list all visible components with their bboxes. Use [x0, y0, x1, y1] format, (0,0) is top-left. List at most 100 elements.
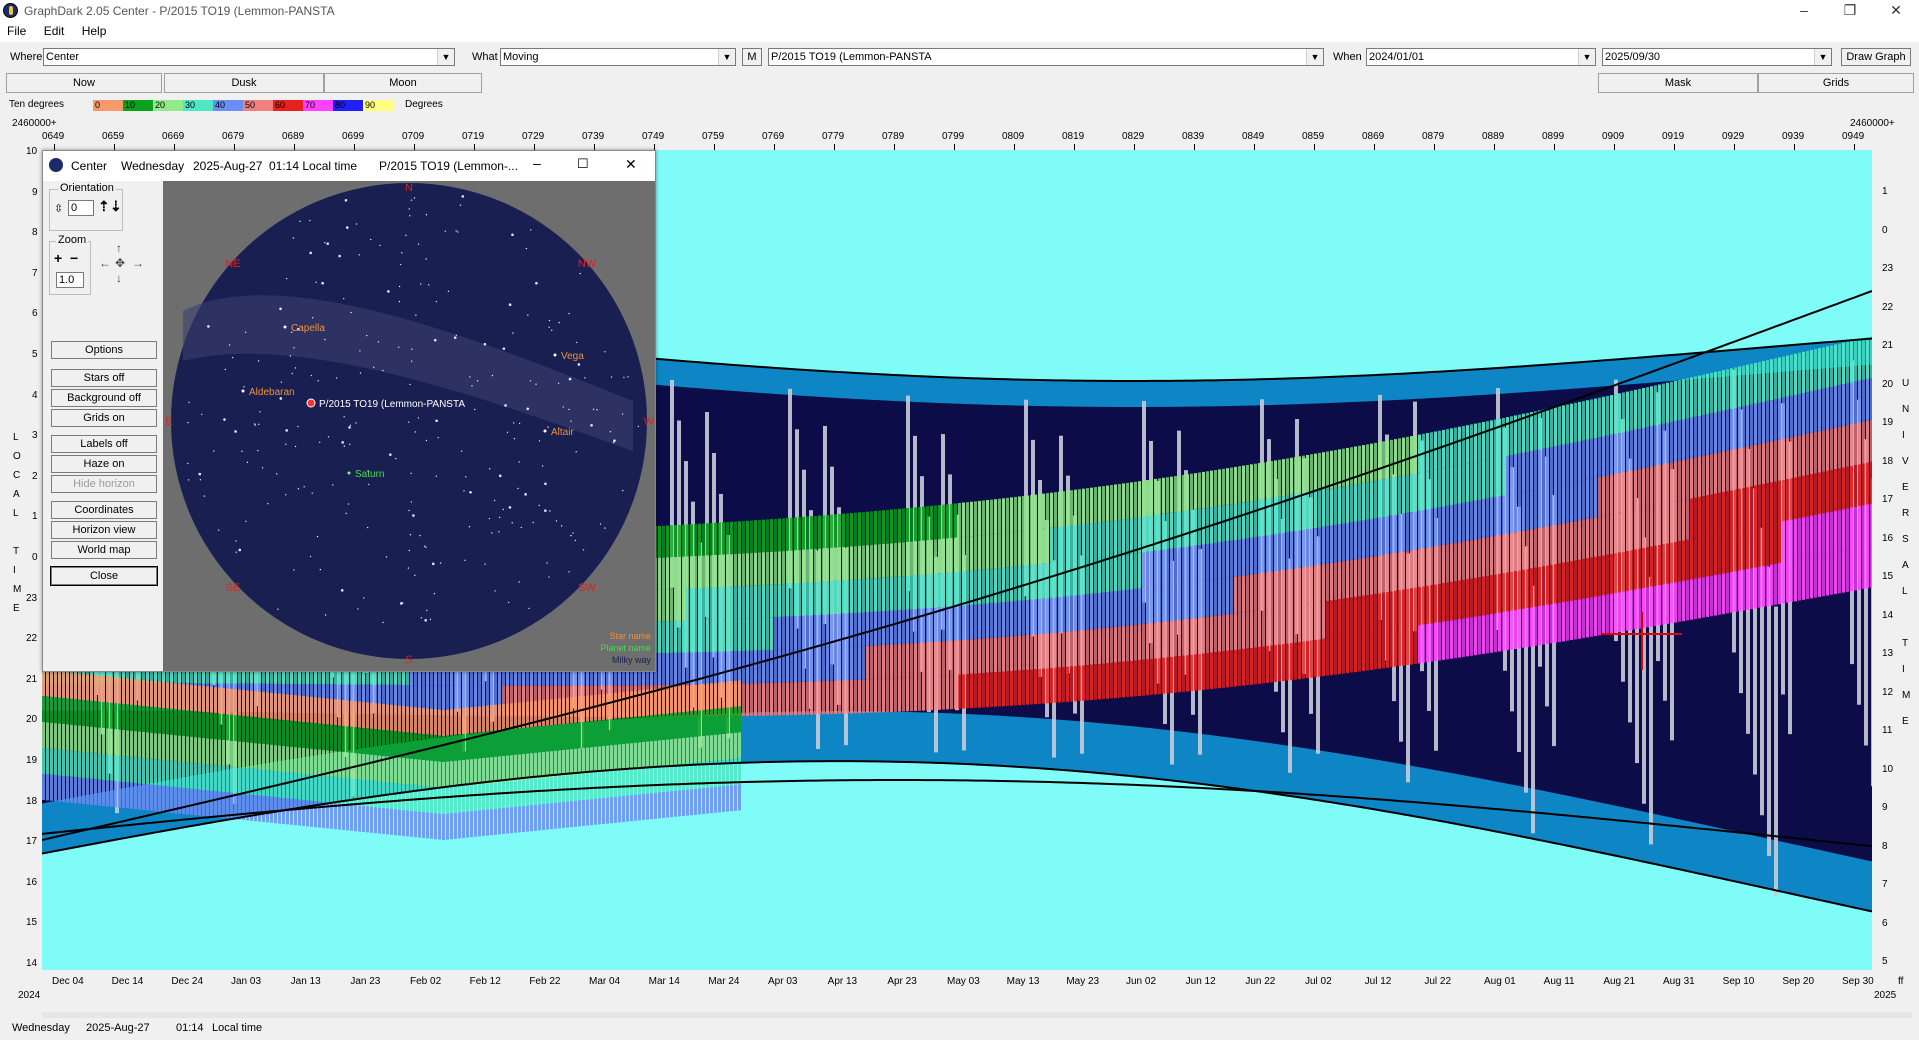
star-dot: [385, 556, 388, 558]
pan-arrows[interactable]: ↑ ← ✥ → ↓: [97, 241, 147, 291]
sky-view-window[interactable]: Center Wednesday 2025-Aug-27 01:14 Local…: [42, 150, 656, 672]
menu-help[interactable]: Help: [75, 22, 114, 40]
jd-tick-label: 0919: [1662, 131, 1685, 142]
legend-unit: Degrees: [405, 99, 443, 110]
target-object-marker[interactable]: [306, 398, 316, 408]
star-dot: [576, 341, 578, 344]
star-dot: [335, 377, 338, 379]
star-dot: [512, 422, 515, 424]
sky-background-off-button[interactable]: Background off: [51, 389, 157, 407]
spin-icon[interactable]: ⇳: [54, 202, 63, 215]
end-date-select[interactable]: 2025/09/30 ▼: [1602, 48, 1832, 66]
chevron-down-icon[interactable]: ▼: [1814, 49, 1831, 65]
sky-chart[interactable]: N NE NW E W SE SW S Capella Vega Aldebaran Altair Sa…: [163, 181, 655, 671]
pan-down-icon[interactable]: ↓: [116, 271, 122, 285]
zoom-input[interactable]: 1.0: [56, 272, 84, 288]
star-dot: [562, 406, 564, 408]
pan-left-icon[interactable]: ←: [99, 256, 111, 270]
orientation-input[interactable]: 0: [68, 200, 94, 216]
sky-key-label: Milky way: [612, 655, 652, 665]
right-axis-title-letter: S: [1902, 534, 1909, 545]
close-window-button[interactable]: ✕: [1873, 0, 1919, 22]
tab-mask[interactable]: Mask: [1598, 73, 1758, 93]
maximize-icon[interactable]: ☐: [577, 156, 589, 172]
star-dot: [234, 430, 237, 433]
rotate-down-icon[interactable]: ⇣: [110, 198, 122, 215]
menu-file[interactable]: File: [0, 22, 33, 40]
star-dot: [341, 441, 344, 444]
minimize-icon[interactable]: –: [533, 155, 541, 171]
sky-chart-panel[interactable]: N NE NW E W SE SW S Capella Vega Aldebaran Altair Sa…: [163, 181, 655, 671]
star-label: Vega: [561, 351, 584, 362]
zoom-in-icon[interactable]: +: [54, 250, 62, 266]
star-dot: [401, 251, 403, 254]
tab-grids[interactable]: Grids: [1758, 73, 1914, 93]
date-tick-label: Jan 23: [350, 976, 381, 987]
sky-world-map-button[interactable]: World map: [51, 541, 157, 559]
right-hour-label: 15: [1882, 571, 1894, 582]
star-dot: [507, 601, 510, 604]
star-dot: [370, 238, 372, 241]
star-dot: [408, 549, 410, 552]
sky-haze-on-button[interactable]: Haze on: [51, 455, 157, 473]
star-dot: [410, 472, 412, 475]
sky-window-titlebar[interactable]: Center Wednesday 2025-Aug-27 01:14 Local…: [43, 151, 655, 181]
chevron-down-icon[interactable]: ▼: [718, 49, 735, 65]
maximize-button[interactable]: ❐: [1827, 0, 1873, 22]
sky-close-button[interactable]: Close: [50, 566, 158, 586]
star-dot: [349, 443, 351, 446]
left-hour-label: 8: [32, 227, 38, 239]
what-value: Moving: [503, 51, 539, 63]
star-dot: [425, 258, 427, 260]
star-dot: [366, 526, 369, 529]
star-dot: [484, 563, 486, 565]
sky-grids-on-button[interactable]: Grids on: [51, 409, 157, 427]
minimize-button[interactable]: –: [1781, 0, 1827, 22]
star-dot: [309, 251, 313, 255]
draw-graph-button[interactable]: Draw Graph: [1841, 48, 1911, 66]
date-tick-label: May 23: [1066, 976, 1100, 987]
chevron-down-icon[interactable]: ▼: [1306, 49, 1323, 65]
sky-horizon-view-button[interactable]: Horizon view: [51, 521, 157, 539]
sky-coordinates-button[interactable]: Coordinates: [51, 501, 157, 519]
sky-stars-off-button[interactable]: Stars off: [51, 369, 157, 387]
chevron-down-icon[interactable]: ▼: [1578, 49, 1595, 65]
star-dot: [491, 532, 493, 534]
star-dot: [488, 517, 491, 520]
pan-right-icon[interactable]: →: [132, 256, 144, 270]
object-select[interactable]: P/2015 TO19 (Lemmon-PANSTA ▼: [768, 48, 1324, 66]
date-tick-label: Jul 02: [1305, 976, 1332, 987]
star-dot: [310, 374, 313, 377]
menu-edit[interactable]: Edit: [37, 22, 72, 40]
center-icon[interactable]: ✥: [115, 256, 125, 270]
chevron-down-icon[interactable]: ▼: [437, 49, 454, 65]
right-axis-title-letter: R: [1902, 508, 1910, 519]
rotate-up-icon[interactable]: ⇡: [98, 198, 110, 215]
tab-moon[interactable]: Moon: [324, 73, 482, 93]
star-dot: [409, 534, 412, 536]
star-dot: [623, 376, 625, 379]
left-hour-label: 7: [32, 267, 38, 279]
where-select[interactable]: Center ▼: [43, 48, 455, 66]
close-icon[interactable]: ✕: [625, 156, 637, 173]
date-tick-label: Jul 12: [1364, 976, 1392, 987]
star-dot: [409, 383, 411, 386]
m-button[interactable]: M: [742, 48, 762, 66]
tab-dusk[interactable]: Dusk: [164, 73, 324, 93]
sky-options-button[interactable]: Options: [51, 341, 157, 359]
horizontal-scrollbar[interactable]: [42, 1012, 1912, 1018]
right-hour-label: 11: [1882, 725, 1893, 736]
pan-up-icon[interactable]: ↑: [116, 241, 122, 255]
left-hour-label: 0: [32, 552, 38, 563]
date-tick-label: Aug 21: [1603, 976, 1636, 987]
what-select[interactable]: Moving ▼: [500, 48, 736, 66]
star-dot: [324, 242, 326, 244]
jd-tick-label: 0679: [222, 131, 245, 142]
zoom-out-icon[interactable]: −: [70, 250, 78, 266]
star-dot: [570, 420, 572, 422]
year-right: 2025: [1874, 990, 1897, 1001]
start-date-select[interactable]: 2024/01/01 ▼: [1366, 48, 1596, 66]
star-dot: [511, 233, 514, 237]
sky-labels-off-button[interactable]: Labels off: [51, 435, 157, 453]
tab-now[interactable]: Now: [6, 73, 162, 93]
